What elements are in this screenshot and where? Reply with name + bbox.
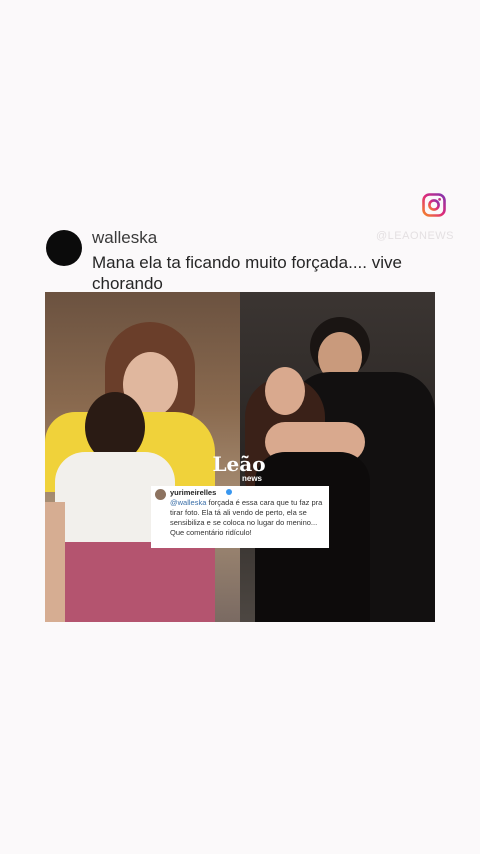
verified-badge-icon [226, 489, 232, 495]
avatar[interactable] [46, 230, 82, 266]
leao-news-logo: Leão news [212, 452, 266, 483]
comment-text: Mana ela ta ficando muito forçada.... vi… [92, 253, 402, 293]
reply-comment-card: yurimeirelles @walleska forçada é essa c… [151, 486, 329, 548]
instagram-icon[interactable] [422, 193, 446, 217]
reply-mention: @walleska [170, 498, 207, 507]
comment-username[interactable]: walleska [92, 228, 157, 248]
post-image: Leão news yurimeirelles @walleska forçad… [45, 292, 435, 622]
watermark: @LEAONEWS [376, 230, 455, 242]
reply-text: @walleska forçada é essa cara que tu faz… [170, 498, 326, 538]
reply-avatar [155, 489, 166, 500]
reply-username: yurimeirelles [170, 488, 217, 497]
